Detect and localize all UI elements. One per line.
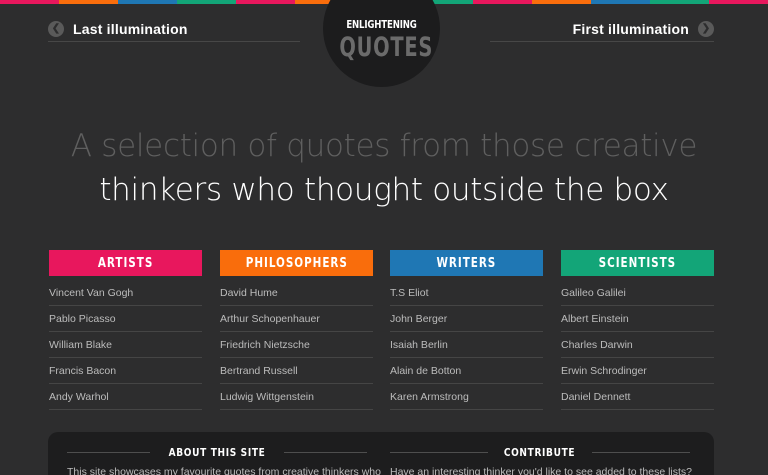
stripe-segment	[177, 0, 237, 4]
thinker-link[interactable]: T.S Eliot	[390, 280, 543, 306]
thinker-list: Galileo Galilei Albert Einstein Charles …	[561, 280, 714, 410]
thinker-link[interactable]: Karen Armstrong	[390, 384, 543, 410]
about-text: This site showcases my favourite quotes …	[67, 466, 381, 475]
category-title: WRITERS	[436, 255, 497, 271]
category-philosophers: PHILOSOPHERS David Hume Arthur Schopenha…	[220, 250, 373, 410]
thinker-link[interactable]: Daniel Dennett	[561, 384, 714, 410]
thinker-link[interactable]: William Blake	[49, 332, 202, 358]
thinker-list: T.S Eliot John Berger Isaiah Berlin Alai…	[390, 280, 543, 410]
chevron-right-icon: ❯	[698, 21, 714, 37]
title-rule	[591, 451, 690, 453]
prev-illumination-label: Last illumination	[73, 21, 188, 37]
category-title: ARTISTS	[97, 255, 154, 271]
category-header-artists[interactable]: ARTISTS	[49, 250, 202, 276]
stripe-segment	[0, 0, 60, 4]
stripe-segment	[236, 0, 296, 4]
thinker-link[interactable]: Bertrand Russell	[220, 358, 373, 384]
chevron-left-icon: ❮	[48, 21, 64, 37]
logo-line2: QUOTES	[339, 32, 434, 63]
stripe-segment	[590, 0, 650, 4]
stripe-segment	[472, 0, 532, 4]
category-header-writers[interactable]: WRITERS	[390, 250, 543, 276]
thinker-link[interactable]: Francis Bacon	[49, 358, 202, 384]
thinker-link[interactable]: Vincent Van Gogh	[49, 280, 202, 306]
thinker-link[interactable]: Erwin Schrodinger	[561, 358, 714, 384]
category-artists: ARTISTS Vincent Van Gogh Pablo Picasso W…	[49, 250, 202, 410]
thinker-list: Vincent Van Gogh Pablo Picasso William B…	[49, 280, 202, 410]
about-title: ABOUT THIS SITE	[168, 445, 266, 459]
title-rule	[67, 451, 150, 453]
thinker-link[interactable]: Isaiah Berlin	[390, 332, 543, 358]
logo-line1: ENLIGHTENING	[346, 18, 417, 31]
contribute-title: CONTRIBUTE	[504, 445, 576, 459]
category-title: PHILOSOPHERS	[245, 255, 348, 271]
prev-illumination-link[interactable]: ❮ Last illumination	[48, 14, 188, 44]
thinker-link[interactable]: Arthur Schopenhauer	[220, 306, 373, 332]
stripe-segment	[118, 0, 178, 4]
thinker-link[interactable]: David Hume	[220, 280, 373, 306]
site-logo[interactable]: ENLIGHTENING QUOTES	[323, 0, 440, 87]
thinker-link[interactable]: Ludwig Wittgenstein	[220, 384, 373, 410]
thinker-list: David Hume Arthur Schopenhauer Friedrich…	[220, 280, 373, 410]
stripe-segment	[649, 0, 709, 4]
about-section: ABOUT THIS SITE This site showcases my f…	[67, 444, 381, 475]
stripe-segment	[59, 0, 119, 4]
thinker-link[interactable]: Charles Darwin	[561, 332, 714, 358]
category-title: SCIENTISTS	[598, 255, 677, 271]
thinker-link[interactable]: Andy Warhol	[49, 384, 202, 410]
stripe-segment	[531, 0, 591, 4]
thinker-link[interactable]: Albert Einstein	[561, 306, 714, 332]
contribute-title-row: CONTRIBUTE	[390, 444, 690, 460]
category-writers: WRITERS T.S Eliot John Berger Isaiah Ber…	[390, 250, 543, 410]
next-illumination-link[interactable]: First illumination ❯	[573, 14, 714, 44]
hero-line2: thinkers who thought outside the box	[99, 172, 669, 208]
nav-divider-right	[490, 41, 714, 42]
hero-line1: A selection of quotes from those creativ…	[70, 128, 698, 164]
category-scientists: SCIENTISTS Galileo Galilei Albert Einste…	[561, 250, 714, 410]
thinker-link[interactable]: Friedrich Nietzsche	[220, 332, 373, 358]
nav-divider-left	[48, 41, 300, 42]
contribute-section: CONTRIBUTE Have an interesting thinker y…	[390, 444, 693, 475]
contribute-text: Have an interesting thinker you'd like t…	[390, 466, 693, 475]
thinker-link[interactable]: Pablo Picasso	[49, 306, 202, 332]
title-rule	[284, 451, 368, 453]
thinker-link[interactable]: John Berger	[390, 306, 543, 332]
footer-panel: ABOUT THIS SITE This site showcases my f…	[48, 432, 714, 475]
thinker-link[interactable]: Alain de Botton	[390, 358, 543, 384]
category-header-philosophers[interactable]: PHILOSOPHERS	[220, 250, 373, 276]
title-rule	[390, 451, 489, 453]
category-header-scientists[interactable]: SCIENTISTS	[561, 250, 714, 276]
stripe-segment	[708, 0, 768, 4]
about-title-row: ABOUT THIS SITE	[67, 444, 368, 460]
thinker-link[interactable]: Galileo Galilei	[561, 280, 714, 306]
next-illumination-label: First illumination	[572, 21, 689, 37]
